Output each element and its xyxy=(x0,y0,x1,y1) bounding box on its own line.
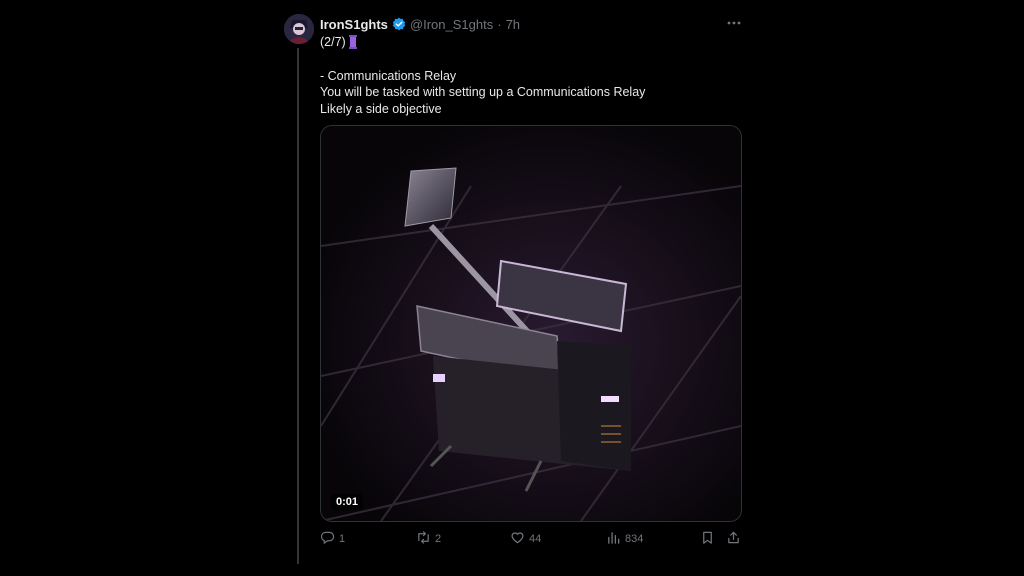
tweet-header: IronS1ghts @Iron_S1ghts · 7h xyxy=(320,15,520,33)
thread-emoji-icon xyxy=(348,35,357,49)
tweet-line: You will be tasked with setting up a Com… xyxy=(320,85,646,99)
avatar[interactable] xyxy=(284,14,314,44)
heart-icon xyxy=(510,530,529,548)
thread-counter: (2/7) xyxy=(320,35,346,49)
repost-button[interactable]: 2 xyxy=(416,528,441,550)
like-count: 44 xyxy=(529,533,542,545)
tweet-text: (2/7) - Communications Relay You will be… xyxy=(320,34,740,117)
reply-button[interactable]: 1 xyxy=(320,528,345,550)
views-button[interactable]: 834 xyxy=(606,528,643,550)
tweet-line: - Communications Relay xyxy=(320,68,457,83)
action-bar: 1 2 44 834 xyxy=(320,528,744,550)
views-count: 834 xyxy=(625,533,644,545)
reply-icon xyxy=(320,530,339,548)
video-timestamp: 0:01 xyxy=(331,494,364,510)
repost-icon xyxy=(416,530,435,548)
tweet-line: Likely a side objective xyxy=(320,101,442,116)
repost-count: 2 xyxy=(435,533,442,545)
bookmark-button[interactable] xyxy=(700,528,719,550)
handle[interactable]: @Iron_S1ghts xyxy=(410,17,493,32)
video-frame xyxy=(321,126,741,521)
time-separator: · xyxy=(497,16,502,32)
bookmark-icon xyxy=(700,530,719,548)
share-button[interactable] xyxy=(726,528,745,550)
thread-line xyxy=(297,48,299,564)
timestamp-link[interactable]: 7h xyxy=(506,17,520,32)
more-icon[interactable] xyxy=(724,14,744,32)
verified-badge-icon xyxy=(392,17,406,31)
video-player[interactable] xyxy=(320,125,742,522)
display-name[interactable]: IronS1ghts xyxy=(320,17,388,32)
share-icon xyxy=(726,530,745,548)
like-button[interactable]: 44 xyxy=(510,528,541,550)
reply-count: 1 xyxy=(339,533,346,545)
views-icon xyxy=(606,530,625,548)
